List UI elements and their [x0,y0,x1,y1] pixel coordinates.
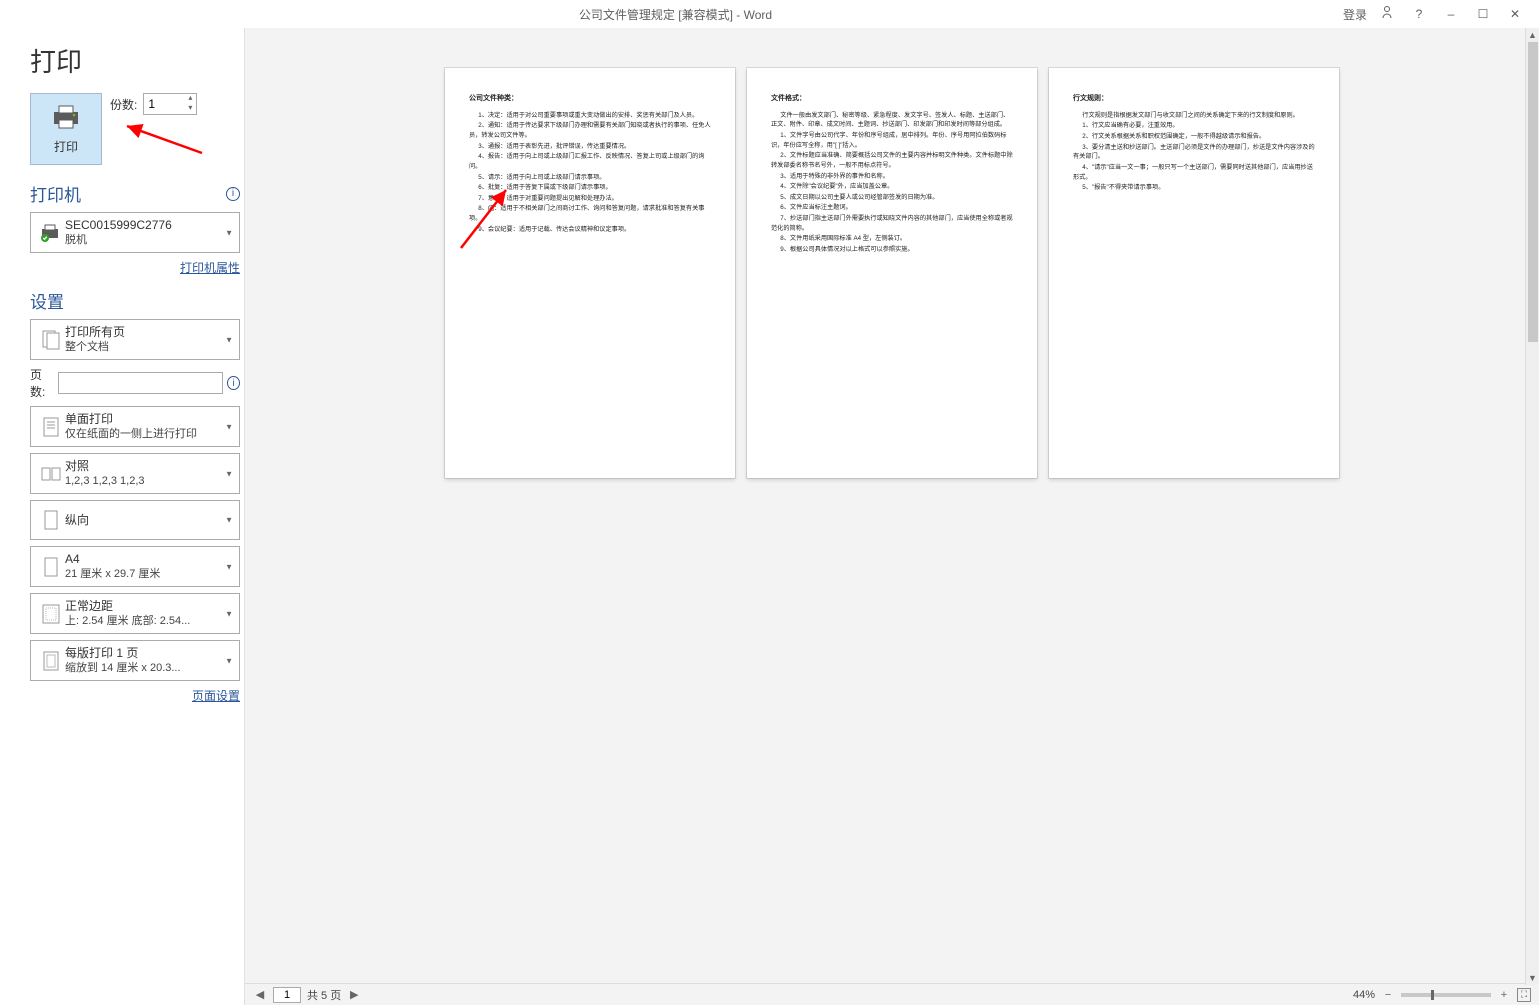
fit-to-window-icon[interactable]: ⛶ [1517,988,1531,1002]
duplex-icon [37,416,65,438]
orientation-select[interactable]: 纵向 [30,500,240,540]
printer-properties-link[interactable]: 打印机属性 [30,259,240,276]
print-preview-area: 公司文件种类： 1、决定：适用于对公司重要事项或重大变动做出的安排、奖惩有关部门… [245,28,1539,1005]
page-preview-3: 行文规则： 行文规则是指根据发文部门与收文部门之间的关系确定下来的行文制度和原则… [1049,68,1339,478]
info-icon[interactable]: i [227,376,240,390]
current-page-input[interactable] [273,987,301,1003]
print-settings-panel: 打印 打印 份数: ▴ ▾ 打印机 i [0,28,245,1005]
page-preview-1: 公司文件种类： 1、决定：适用于对公司重要事项或重大变动做出的安排、奖惩有关部门… [445,68,735,478]
page-body-1: 1、决定：适用于对公司重要事项或重大变动做出的安排、奖惩有关部门及人员。2、通知… [469,111,711,234]
margins-icon [37,603,65,625]
paper-size-select[interactable]: A4 21 厘米 x 29.7 厘米 [30,546,240,587]
info-icon[interactable]: i [226,187,240,201]
collate-select[interactable]: 对照 1,2,3 1,2,3 1,2,3 [30,453,240,494]
printer-select[interactable]: SEC0015999C2776 脱机 [30,212,240,253]
preview-footer: ◀ 共 5 页 ▶ 44% − + ⛶ [245,983,1539,1005]
page-body-2: 文件一般由发文部门、秘密等级、紧急程度、发文字号、签发人、标题、主送部门、正文、… [771,111,1013,255]
document-title: 公司文件管理规定 [兼容模式] - Word [8,6,1343,23]
settings-section-label: 设置 [30,288,64,313]
total-pages-label: 共 5 页 [307,987,341,1003]
pages-label: 页数: [30,366,54,400]
vertical-scrollbar[interactable]: ▲ ▼ [1525,28,1539,985]
share-icon[interactable] [1371,5,1403,24]
scroll-up-icon[interactable]: ▲ [1526,28,1539,42]
page-body-3: 行文规则是指根据发文部门与收文部门之间的关系确定下来的行文制度和原则。1、行文应… [1073,111,1315,193]
printer-status: 脱机 [65,233,172,248]
printer-status-icon [37,223,65,243]
scroll-down-icon[interactable]: ▼ [1526,971,1539,985]
collate-icon [37,464,65,484]
print-scope-select[interactable]: 打印所有页 整个文档 [30,319,240,360]
pages-input[interactable] [58,372,223,394]
stepper-down-icon[interactable]: ▾ [184,104,196,114]
help-button[interactable]: ? [1403,7,1435,21]
printer-name: SEC0015999C2776 [65,217,172,233]
next-page-button[interactable]: ▶ [347,988,361,1001]
copies-stepper[interactable]: ▴ ▾ [184,94,196,114]
page-setup-link[interactable]: 页面设置 [30,687,240,704]
minimize-button[interactable]: – [1435,7,1467,21]
maximize-button[interactable]: ☐ [1467,7,1499,21]
prev-page-button[interactable]: ◀ [253,988,267,1001]
duplex-select[interactable]: 单面打印 仅在纸面的一侧上进行打印 [30,406,240,447]
printer-icon [50,104,82,130]
orientation-portrait-icon [37,509,65,531]
print-button-label: 打印 [54,138,78,155]
zoom-in-button[interactable]: + [1497,989,1511,1001]
margins-select[interactable]: 正常边距 上: 2.54 厘米 底部: 2.54... [30,593,240,634]
scrollbar-thumb[interactable] [1528,42,1538,342]
pages-icon [37,329,65,351]
screen-title: 打印 [30,42,240,79]
paper-icon [37,556,65,578]
title-bar: 公司文件管理规定 [兼容模式] - Word 登录 ? – ☐ ✕ [0,0,1539,28]
close-button[interactable]: ✕ [1499,7,1531,21]
signin-button[interactable]: 登录 [1343,6,1367,23]
print-button[interactable]: 打印 [30,93,102,165]
zoom-slider[interactable] [1401,993,1491,997]
copies-label: 份数: [110,96,137,113]
zoom-level: 44% [1353,989,1375,1001]
pages-per-sheet-icon [37,650,65,672]
pages-per-sheet-select[interactable]: 每版打印 1 页 缩放到 14 厘米 x 20.3... [30,640,240,681]
printer-section-label: 打印机 [30,181,81,206]
page-preview-2: 文件格式： 文件一般由发文部门、秘密等级、紧急程度、发文字号、签发人、标题、主送… [747,68,1037,478]
zoom-out-button[interactable]: − [1381,989,1395,1001]
